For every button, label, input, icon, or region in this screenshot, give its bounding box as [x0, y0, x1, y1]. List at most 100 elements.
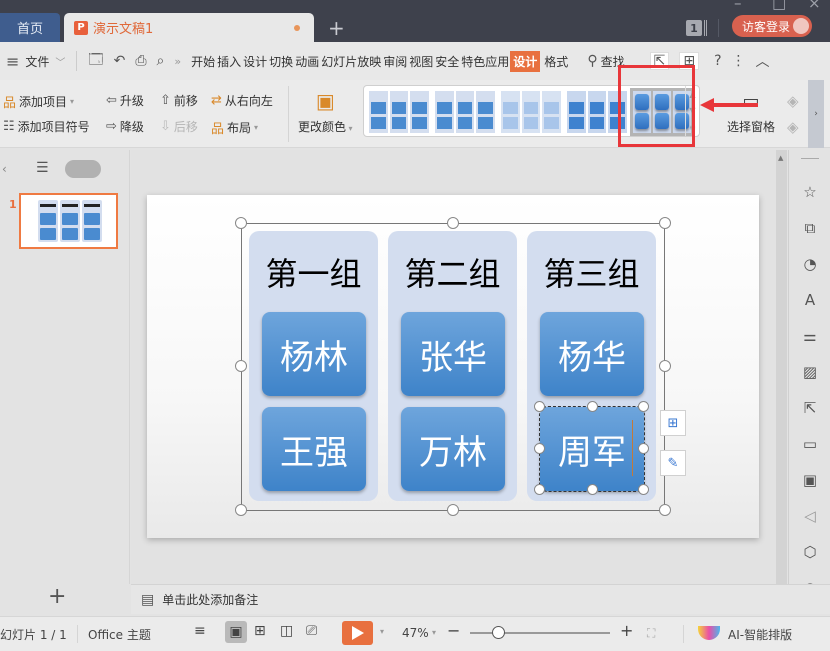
bring-forward-icon[interactable]: ◈	[787, 92, 799, 110]
tab-review[interactable]: 审阅	[382, 53, 408, 70]
resize-handle-tl[interactable]	[235, 217, 247, 229]
zoom-slider-track[interactable]	[470, 632, 610, 634]
tab-smartart-design[interactable]: 设计	[510, 50, 541, 72]
ribbon-scroll-right[interactable]: ›	[808, 80, 824, 148]
slide-thumbnail[interactable]	[19, 193, 118, 249]
node-handle-b[interactable]	[587, 484, 598, 495]
tab-transitions[interactable]: 切换	[268, 53, 294, 70]
add-bullet-button[interactable]: ☷ 添加项目符号	[3, 118, 90, 135]
member-node[interactable]: 张华	[401, 312, 505, 396]
gallery-style-3[interactable]	[501, 91, 562, 133]
send-backward-icon[interactable]: ◈	[787, 118, 799, 136]
tab-slideshow[interactable]: 幻灯片放映	[320, 53, 382, 70]
search-icon[interactable]: ⚲	[587, 53, 597, 69]
shapes-icon[interactable]: ◔	[800, 254, 820, 274]
layout-button[interactable]: 品布局 ▾	[211, 118, 258, 137]
member-node[interactable]: 杨林	[262, 312, 366, 396]
resize-handle-br[interactable]	[659, 504, 671, 516]
move-up-button[interactable]: ⇧ 前移	[160, 92, 198, 109]
format-brush-float-button[interactable]: ✎	[660, 450, 686, 476]
new-tab-button[interactable]: +	[328, 16, 345, 40]
file-menu[interactable]: 文件	[24, 53, 50, 70]
picture-icon[interactable]: ▣	[800, 470, 820, 490]
audio-icon[interactable]: ◁	[800, 506, 820, 526]
member-node[interactable]: 万林	[401, 407, 505, 491]
more-commands-icon[interactable]: »	[174, 55, 181, 68]
node-handle-l[interactable]	[534, 443, 545, 454]
scroll-up-icon[interactable]: ▲	[778, 154, 783, 162]
gallery-style-2[interactable]	[435, 91, 496, 133]
tab-home-ribbon[interactable]: 开始	[190, 53, 216, 70]
notes-area[interactable]: ▤ 单击此处添加备注	[131, 584, 830, 614]
node-handle-r[interactable]	[638, 443, 649, 454]
maximize-button[interactable]: □	[772, 0, 786, 12]
print-icon[interactable]: ⎙	[135, 53, 146, 69]
tab-view[interactable]: 视图	[408, 53, 434, 70]
right-to-left-button[interactable]: ⇄ 从右向左	[211, 92, 273, 109]
node-handle-tl[interactable]	[534, 401, 545, 412]
drag-handle[interactable]	[801, 158, 819, 159]
zoom-level[interactable]: 47%	[402, 626, 429, 640]
collapse-ribbon-icon[interactable]: ︿	[756, 51, 770, 71]
member-node[interactable]: 王强	[262, 407, 366, 491]
vertical-scrollbar[interactable]: ▲	[776, 150, 787, 584]
hamburger-icon[interactable]: ≡	[6, 52, 19, 71]
theme-name[interactable]: Office 主题	[88, 626, 151, 643]
zoom-in-button[interactable]: +	[620, 621, 633, 640]
add-shape-float-button[interactable]: ⊞	[660, 410, 686, 436]
chevron-down-icon[interactable]: ﹀	[55, 54, 65, 69]
notes-toggle-icon[interactable]: ≡	[194, 623, 206, 639]
presenter-view-icon[interactable]: ⎚	[306, 623, 317, 639]
member-node-selected[interactable]: 周军	[539, 406, 645, 492]
zoom-dropdown-icon[interactable]: ▾	[432, 628, 436, 637]
add-item-button[interactable]: 品添加项目 ▾	[3, 92, 74, 111]
group-title[interactable]: 第三组	[527, 249, 656, 295]
normal-view-icon[interactable]: ▣	[225, 621, 247, 643]
tab-insert[interactable]: 插入	[216, 53, 242, 70]
group-title[interactable]: 第二组	[388, 249, 517, 295]
gallery-style-1[interactable]	[369, 91, 430, 133]
tab-animations[interactable]: 动画	[294, 53, 320, 70]
backup-icon[interactable]: ⬡	[800, 542, 820, 562]
group-column-3[interactable]: 第三组 杨华 周军	[527, 231, 656, 501]
undo-icon[interactable]: ↶	[114, 53, 126, 69]
print-preview-icon[interactable]: ⌕	[157, 53, 165, 69]
image-gallery-icon[interactable]: ▨	[800, 362, 820, 382]
resize-handle-l[interactable]	[235, 360, 247, 372]
window-count-badge[interactable]: 1	[686, 20, 702, 36]
help-icon[interactable]: ?	[714, 53, 721, 69]
play-slideshow-button[interactable]	[342, 621, 373, 645]
archive-icon[interactable]: ▭	[800, 434, 820, 454]
outline-view-icon[interactable]: ☰	[36, 160, 49, 176]
tab-design[interactable]: 设计	[242, 53, 268, 70]
move-down-button[interactable]: ⇩ 后移	[160, 118, 198, 135]
resize-handle-tr[interactable]	[659, 217, 671, 229]
tab-format[interactable]: 格式	[543, 53, 569, 70]
play-dropdown-icon[interactable]: ▾	[380, 627, 384, 636]
promote-button[interactable]: ⇦ 升级	[106, 92, 144, 109]
resize-handle-b[interactable]	[447, 504, 459, 516]
share-out-icon[interactable]: ⇱	[800, 398, 820, 418]
tab-document[interactable]: P 演示文稿1	[64, 13, 314, 42]
fit-window-icon[interactable]: ⛶	[647, 626, 655, 641]
more-options-icon[interactable]: ⋮	[732, 53, 746, 69]
resize-handle-t[interactable]	[447, 217, 459, 229]
slide-sorter-icon[interactable]: ⊞	[254, 623, 266, 639]
node-handle-bl[interactable]	[534, 484, 545, 495]
close-button[interactable]: ×	[808, 0, 821, 12]
slide-view-toggle[interactable]	[65, 160, 101, 178]
minimize-button[interactable]: –	[734, 0, 742, 12]
member-node[interactable]: 杨华	[540, 312, 644, 396]
group-column-2[interactable]: 第二组 张华 万林	[388, 231, 517, 501]
node-handle-br[interactable]	[638, 484, 649, 495]
group-title[interactable]: 第一组	[249, 249, 378, 295]
node-handle-t[interactable]	[587, 401, 598, 412]
demote-button[interactable]: ⇨ 降级	[106, 118, 144, 135]
tab-features[interactable]: 特色应用	[460, 53, 510, 70]
node-handle-tr[interactable]	[638, 401, 649, 412]
properties-icon[interactable]: ⚌	[800, 326, 820, 346]
resize-handle-r[interactable]	[659, 360, 671, 372]
reading-view-icon[interactable]: ◫	[280, 623, 293, 639]
login-button[interactable]: 访客登录	[732, 15, 812, 37]
transition-icon[interactable]: ⧉	[800, 218, 820, 238]
